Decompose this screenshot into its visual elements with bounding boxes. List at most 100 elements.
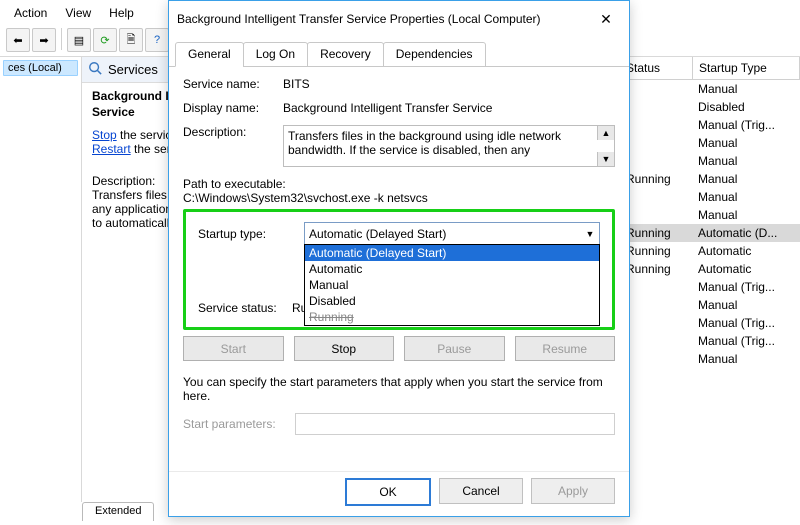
cell-status (620, 98, 692, 116)
tab-log-on[interactable]: Log On (243, 42, 308, 67)
cell-status: Running (620, 242, 692, 260)
services-list-rows: ManualDisabledManual (Trig...ManualManua… (620, 80, 800, 502)
table-row[interactable]: Disabled (620, 98, 800, 116)
cell-status (620, 80, 692, 98)
startup-type-select-box[interactable]: Automatic (Delayed Start) ▼ (304, 222, 600, 246)
service-properties-dialog: Background Intelligent Transfer Service … (168, 0, 630, 517)
cell-startup-type: Disabled (692, 98, 800, 116)
cell-status (620, 188, 692, 206)
tab-recovery[interactable]: Recovery (307, 42, 384, 67)
dialog-body: Service name: BITS Display name: Backgro… (169, 67, 629, 471)
start-parameters-input[interactable] (295, 413, 615, 435)
label-path-to-executable: Path to executable: (183, 177, 615, 191)
control-buttons: Start Stop Pause Resume (183, 336, 615, 361)
dialog-tabs: General Log On Recovery Dependencies (169, 41, 629, 67)
label-description: Description: (183, 125, 283, 167)
startup-type-select[interactable]: Automatic (Delayed Start) ▼ Automatic (D… (304, 222, 600, 246)
cancel-button[interactable]: Cancel (439, 478, 523, 504)
startup-highlight-box: Startup type: Automatic (Delayed Start) … (183, 209, 615, 330)
cell-startup-type: Manual (692, 350, 800, 368)
table-row[interactable]: Manual (620, 188, 800, 206)
scroll-up-icon[interactable]: ▲ (597, 126, 614, 140)
table-row[interactable]: Manual (620, 152, 800, 170)
toolbar-properties-icon[interactable]: ▤ (67, 28, 91, 52)
label-service-name: Service name: (183, 77, 283, 91)
toolbar-forward-icon[interactable]: ➡ (32, 28, 56, 52)
close-icon: ✕ (600, 11, 612, 28)
toolbar-refresh-icon[interactable]: ⟳ (93, 28, 117, 52)
table-row[interactable]: Manual (620, 350, 800, 368)
pause-button[interactable]: Pause (404, 336, 505, 361)
start-params-hint: You can specify the start parameters tha… (183, 375, 615, 403)
ok-button[interactable]: OK (345, 478, 431, 506)
startup-option-occluded-text: Running (305, 309, 599, 325)
cell-status (620, 350, 692, 368)
table-row[interactable]: Manual (Trig... (620, 314, 800, 332)
menu-view[interactable]: View (59, 4, 97, 22)
cell-status: Running (620, 260, 692, 278)
label-startup-type: Startup type: (198, 227, 292, 241)
startup-option-manual[interactable]: Manual (305, 277, 599, 293)
bottom-tabs: Extended (82, 502, 153, 521)
column-header-startup-type[interactable]: Startup Type (693, 57, 800, 79)
toolbar-divider (61, 28, 62, 50)
table-row[interactable]: RunningAutomatic (620, 242, 800, 260)
stop-button[interactable]: Stop (294, 336, 395, 361)
cell-status (620, 278, 692, 296)
tab-general[interactable]: General (175, 42, 244, 67)
label-start-parameters: Start parameters: (183, 417, 283, 431)
toolbar-back-icon[interactable]: ⬅ (6, 28, 30, 52)
cell-startup-type: Manual (692, 296, 800, 314)
bottom-tab-extended[interactable]: Extended (82, 502, 154, 521)
cell-status: Running (620, 224, 692, 242)
toolbar-help-icon[interactable]: ? (145, 28, 169, 52)
dialog-title: Background Intelligent Transfer Service … (177, 12, 591, 26)
dialog-close-button[interactable]: ✕ (591, 7, 621, 31)
table-row[interactable]: Manual (Trig... (620, 278, 800, 296)
apply-button[interactable]: Apply (531, 478, 615, 504)
startup-option-automatic[interactable]: Automatic (305, 261, 599, 277)
cell-startup-type: Manual (692, 170, 800, 188)
menu-help[interactable]: Help (103, 4, 140, 22)
cell-status (620, 152, 692, 170)
tree-node-services-local[interactable]: ces (Local) (3, 60, 78, 76)
description-value: Transfers files in the background using … (288, 129, 561, 157)
value-service-name: BITS (283, 77, 615, 91)
cell-status (620, 116, 692, 134)
search-icon (88, 61, 102, 78)
table-row[interactable]: RunningAutomatic (620, 260, 800, 278)
table-row[interactable]: Manual (620, 80, 800, 98)
table-row[interactable]: RunningManual (620, 170, 800, 188)
description-box[interactable]: Transfers files in the background using … (283, 125, 615, 167)
table-row[interactable]: Manual (620, 134, 800, 152)
table-row[interactable]: RunningAutomatic (D... (620, 224, 800, 242)
cell-startup-type: Manual (692, 134, 800, 152)
resume-button[interactable]: Resume (515, 336, 616, 361)
table-row[interactable]: Manual (620, 206, 800, 224)
table-row[interactable]: Manual (Trig... (620, 116, 800, 134)
cell-status (620, 332, 692, 350)
column-header-status[interactable]: Status (620, 57, 693, 79)
table-row[interactable]: Manual (Trig... (620, 332, 800, 350)
cell-startup-type: Manual (Trig... (692, 278, 800, 296)
cell-startup-type: Manual (692, 152, 800, 170)
startup-option-automatic-delayed[interactable]: Automatic (Delayed Start) (305, 245, 599, 261)
cell-status (620, 296, 692, 314)
value-path-to-executable: C:\Windows\System32\svchost.exe -k netsv… (183, 191, 615, 205)
tab-dependencies[interactable]: Dependencies (383, 42, 486, 67)
cell-startup-type: Automatic (692, 260, 800, 278)
startup-option-disabled[interactable]: Disabled (305, 293, 599, 309)
table-row[interactable]: Manual (620, 296, 800, 314)
start-button[interactable]: Start (183, 336, 284, 361)
cell-status (620, 206, 692, 224)
cell-status: Running (620, 170, 692, 188)
cell-status (620, 134, 692, 152)
menu-action[interactable]: Action (8, 4, 53, 22)
services-list-pane: Status Startup Type ManualDisabledManual… (620, 57, 800, 502)
toolbar-export-icon[interactable]: 🗎 (119, 28, 143, 52)
label-service-status: Service status: (198, 301, 292, 315)
scroll-down-icon[interactable]: ▼ (597, 152, 614, 166)
tree-pane: ces (Local) (0, 57, 82, 502)
link-restart-service[interactable]: Restart (92, 142, 131, 156)
link-stop-service[interactable]: Stop (92, 128, 117, 142)
